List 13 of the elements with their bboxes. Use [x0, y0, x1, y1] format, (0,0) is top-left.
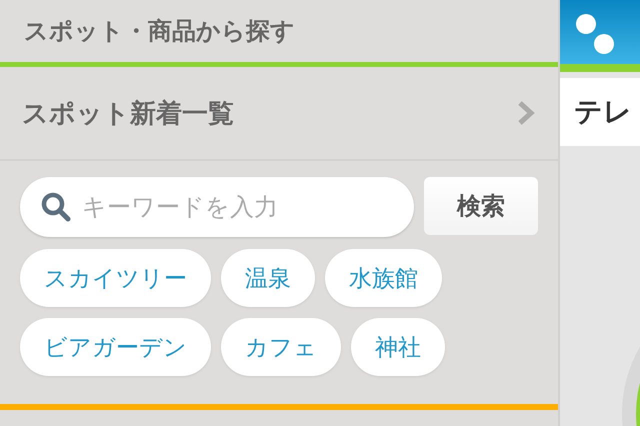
menu-item[interactable]: スポット新着一覧: [0, 67, 558, 161]
keyword-tag[interactable]: 温泉: [221, 249, 315, 307]
keyword-tag[interactable]: ビアガーデン: [20, 318, 211, 376]
keyword-tag[interactable]: 神社: [351, 318, 445, 376]
search-icon: [40, 191, 72, 223]
card-heading: テレ: [574, 94, 632, 130]
keyword-tag[interactable]: 水族館: [325, 249, 442, 307]
search-button[interactable]: 検索: [424, 177, 538, 235]
chevron-right-icon: [516, 100, 536, 126]
search-field[interactable]: キーワードを入力: [20, 177, 414, 237]
section-title: スポット・商品から探す: [23, 16, 296, 47]
keyword-tag[interactable]: カフェ: [221, 318, 341, 376]
keyword-tag[interactable]: スカイツリー: [20, 249, 211, 307]
